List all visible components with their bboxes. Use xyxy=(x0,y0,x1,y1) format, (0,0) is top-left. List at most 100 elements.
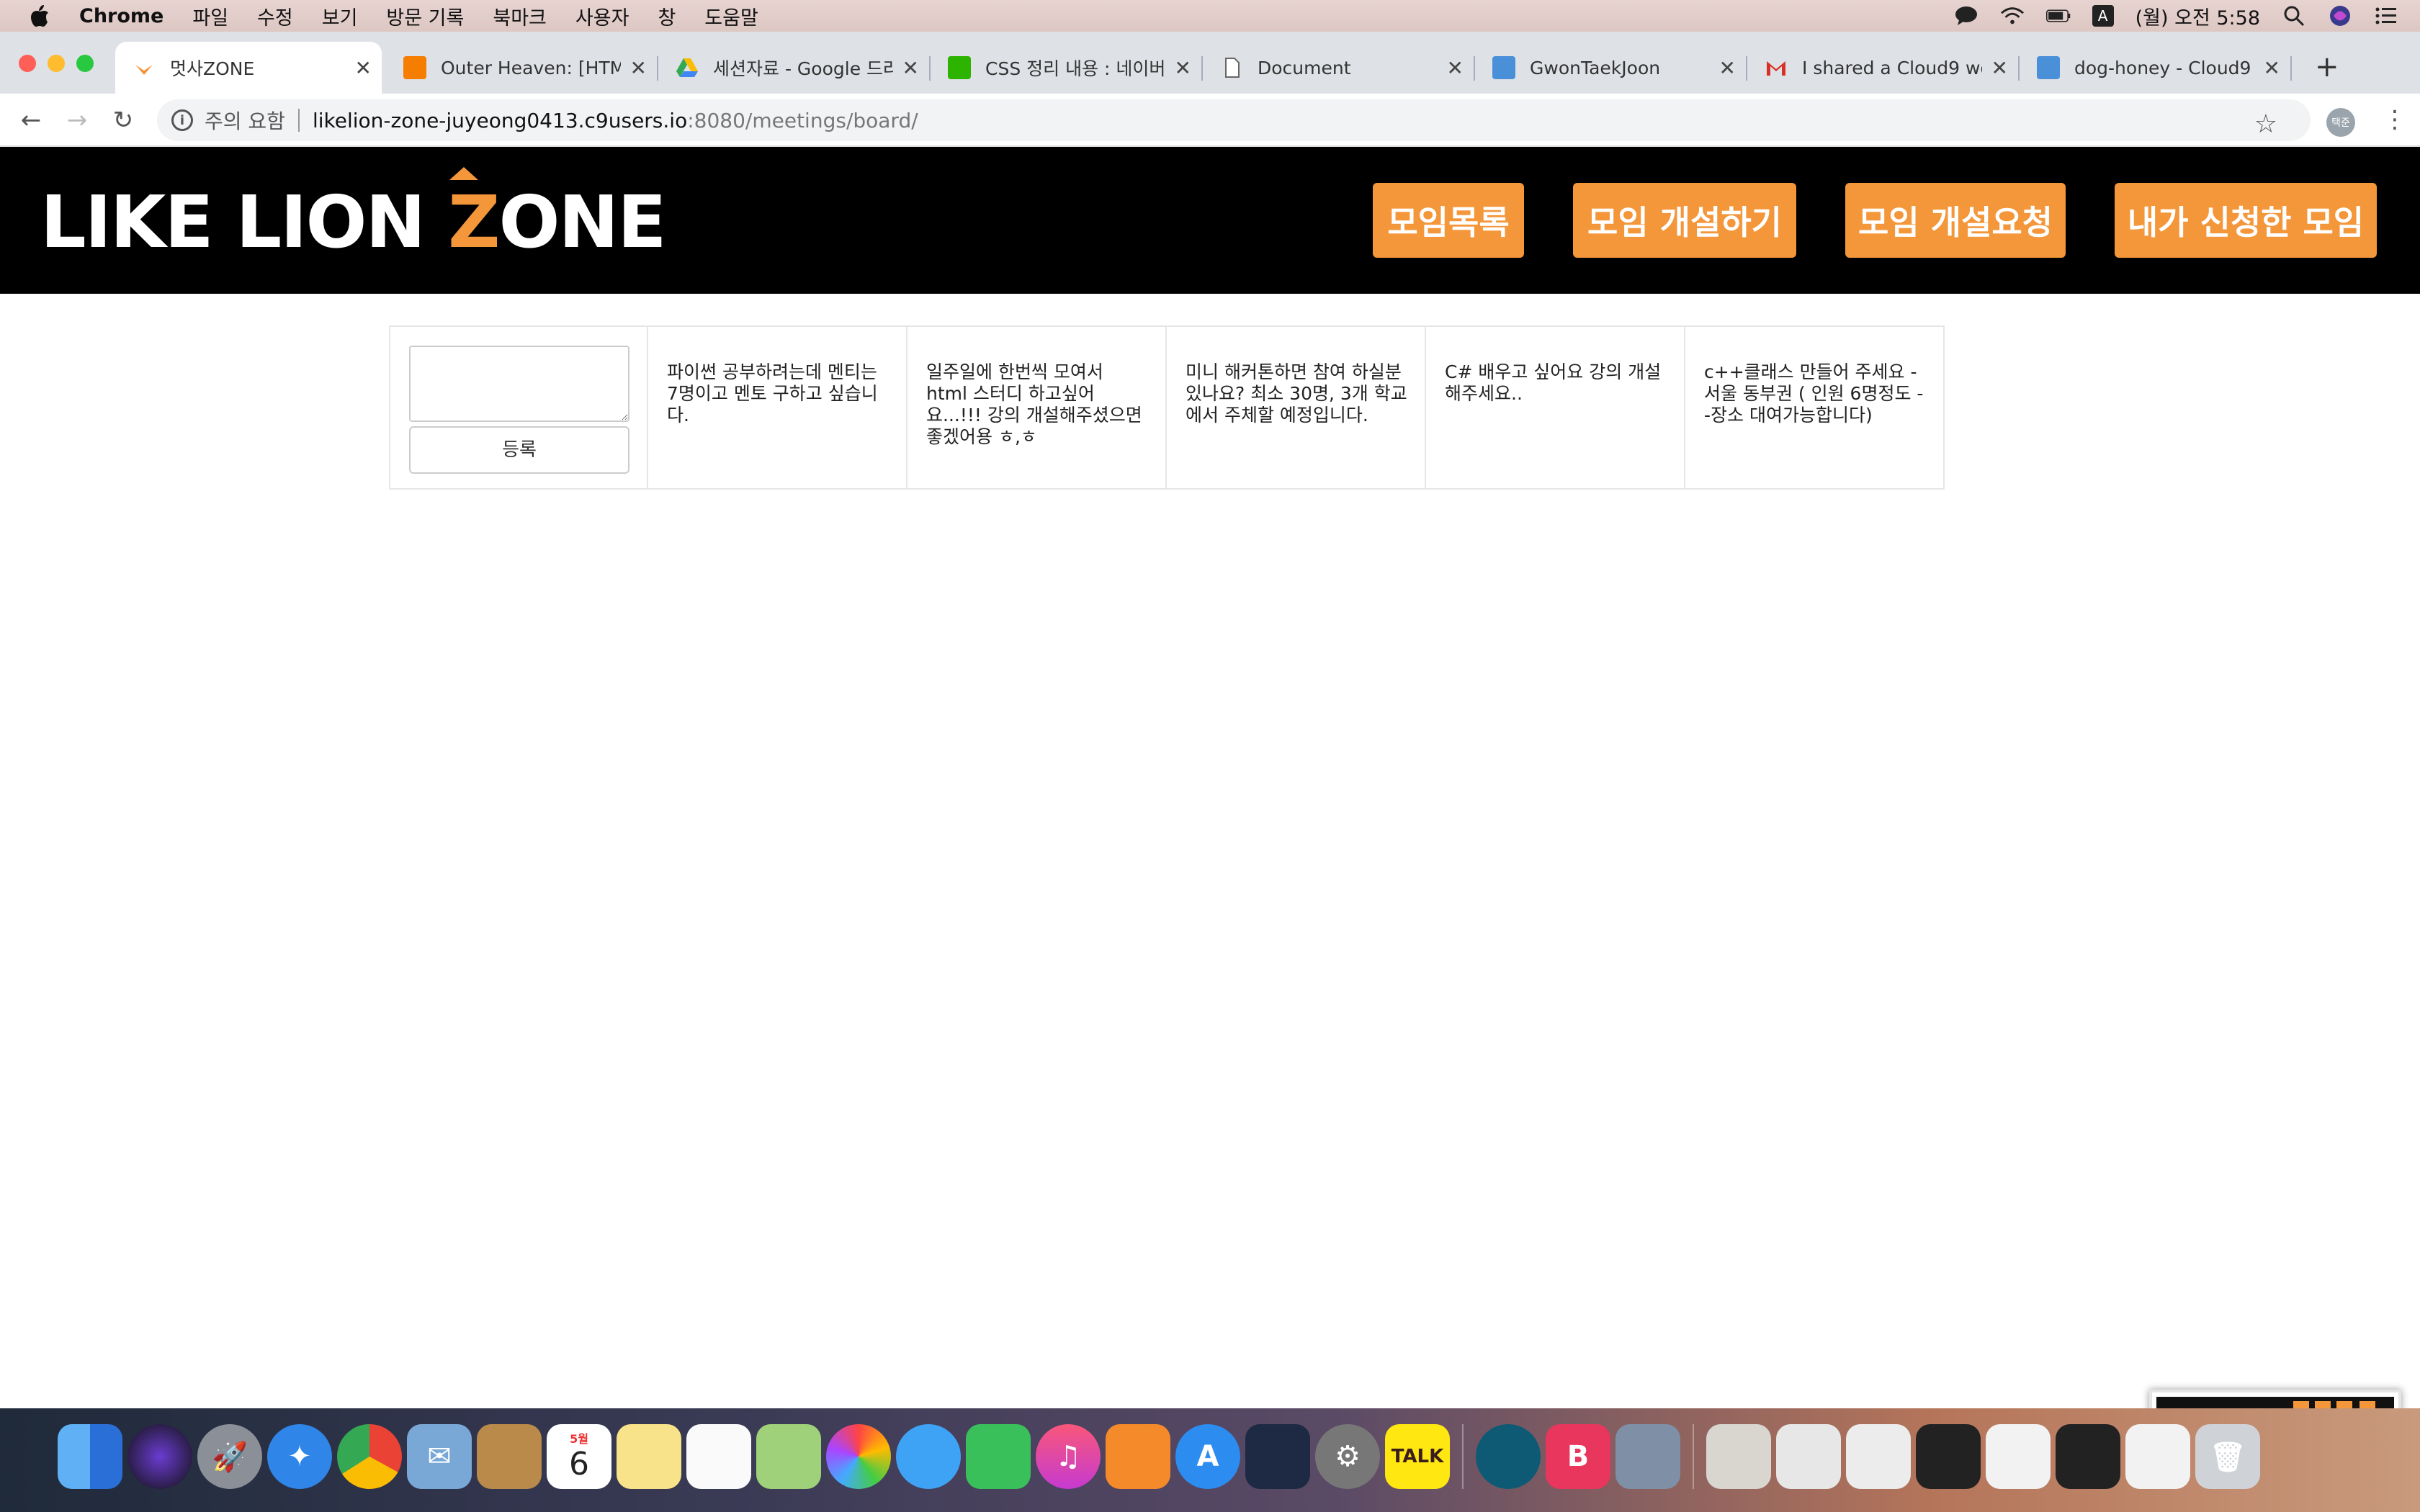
cloud9-favicon-icon xyxy=(2037,56,2060,79)
tab-title: CSS 정리 내용 : 네이버 카페 xyxy=(985,58,1165,79)
nav-create-meeting-button[interactable]: 모임 개설하기 xyxy=(1573,183,1796,258)
site-logo[interactable]: LIKE LION ZONE xyxy=(40,167,667,264)
tab-title: GwonTaekJoon xyxy=(1530,57,1661,78)
menu-file[interactable]: 파일 xyxy=(192,2,228,30)
close-tab-icon[interactable]: ✕ xyxy=(1719,56,1736,80)
kakaotalk-icon[interactable]: TALK xyxy=(1385,1424,1450,1489)
close-tab-icon[interactable]: ✕ xyxy=(1447,56,1464,80)
message-icon[interactable] xyxy=(1954,5,1978,27)
minimize-window-button[interactable] xyxy=(48,55,65,72)
nav-request-meeting-button[interactable]: 모임 개설요청 xyxy=(1845,183,2066,258)
nav-my-meetings-button[interactable]: 내가 신청한 모임 xyxy=(2115,183,2377,258)
request-post[interactable]: 일주일에 한번씩 모여서 html 스터디 하고싶어요...!!! 강의 개설해… xyxy=(908,325,1167,490)
nav-meeting-list-button[interactable]: 모임목록 xyxy=(1373,183,1524,258)
menu-people[interactable]: 사용자 xyxy=(575,2,629,30)
submit-button[interactable]: 등록 xyxy=(409,426,629,474)
menubar-clock[interactable]: (월) 오전 5:58 xyxy=(2136,2,2260,30)
tab-naver-cafe[interactable]: CSS 정리 내용 : 네이버 카페 ✕ xyxy=(931,42,1203,94)
menu-app-chrome[interactable]: Chrome xyxy=(79,5,163,27)
url-host[interactable]: likelion-zone-juyeong0413.c9users.io xyxy=(313,109,687,132)
tab-document[interactable]: Document ✕ xyxy=(1203,42,1475,94)
photos-icon[interactable] xyxy=(826,1424,891,1489)
facetime-icon[interactable] xyxy=(966,1424,1031,1489)
reminders-icon[interactable] xyxy=(686,1424,751,1489)
wifi-icon[interactable] xyxy=(2000,5,2025,27)
minimized-window-5[interactable] xyxy=(2056,1424,2120,1489)
tab-outer-heaven[interactable]: Outer Heaven: [HTML] ✕ xyxy=(386,42,658,94)
request-input[interactable] xyxy=(409,346,629,422)
minimized-window-4[interactable] xyxy=(1986,1424,2051,1489)
siri-icon[interactable] xyxy=(2328,5,2352,27)
security-status[interactable]: 주의 요함 xyxy=(205,106,285,135)
tab-dog-honey[interactable]: dog-honey - Cloud9 ✕ xyxy=(2020,42,2292,94)
close-window-button[interactable] xyxy=(19,55,36,72)
url-path[interactable]: :8080/meetings/board/ xyxy=(687,109,918,132)
tab-google-drive[interactable]: 세션자료 - Google 드라이브 ✕ xyxy=(658,42,931,94)
mail-icon[interactable]: ✉ xyxy=(407,1424,472,1489)
finder-icon[interactable] xyxy=(58,1424,122,1489)
request-post[interactable]: c++클래스 만들어 주세요 - 서울 동부권 ( 인원 6명정도 --장소 대… xyxy=(1685,325,1945,490)
calendar-icon[interactable]: 5월 6 xyxy=(547,1424,611,1489)
messages-icon[interactable] xyxy=(896,1424,961,1489)
close-tab-icon[interactable]: ✕ xyxy=(1175,56,1191,80)
minimized-window-1[interactable] xyxy=(1776,1424,1841,1489)
menu-window[interactable]: 창 xyxy=(658,2,676,30)
spotlight-search-icon[interactable] xyxy=(2282,5,2306,27)
address-bar[interactable]: i 주의 요함 likelion-zone-juyeong0413.c9user… xyxy=(157,99,2311,141)
siri-dock-icon[interactable] xyxy=(127,1424,192,1489)
tab-likelion-zone[interactable]: 멋사ZONE ✕ xyxy=(115,42,382,94)
bear-app-icon[interactable]: B xyxy=(1546,1424,1610,1489)
web-page: LIKE LION ZONE 모임목록 모임 개설하기 모임 개설요청 내가 신… xyxy=(0,147,2420,1512)
tab-gwontaekjoon[interactable]: GwonTaekJoon ✕ xyxy=(1475,42,1747,94)
battery-icon[interactable] xyxy=(2045,5,2071,27)
tab-gmail-cloud9[interactable]: I shared a Cloud9 workspace ✕ xyxy=(1747,42,2020,94)
close-tab-icon[interactable]: ✕ xyxy=(355,56,372,80)
menu-edit[interactable]: 수정 xyxy=(257,2,293,30)
request-post[interactable]: C# 배우고 싶어요 강의 개설해주세요.. xyxy=(1426,325,1685,490)
notification-center-icon[interactable] xyxy=(2374,5,2398,27)
vscode-icon[interactable] xyxy=(1245,1424,1310,1489)
launchpad-icon[interactable]: 🚀 xyxy=(197,1424,262,1489)
back-arrow-icon[interactable]: ← xyxy=(13,102,49,138)
info-icon[interactable]: i xyxy=(171,109,193,131)
apple-menu-icon[interactable] xyxy=(29,4,50,28)
cloud9-favicon-icon xyxy=(1492,56,1515,79)
minimized-window-3[interactable] xyxy=(1916,1424,1981,1489)
request-post[interactable]: 미니 해커톤하면 참여 하실분 있나요? 최소 30명, 3개 학교에서 주체할… xyxy=(1167,325,1426,490)
maps-icon[interactable] xyxy=(756,1424,821,1489)
preview-icon[interactable] xyxy=(1615,1424,1680,1489)
reload-icon[interactable]: ↻ xyxy=(105,102,141,138)
contacts-icon[interactable] xyxy=(477,1424,542,1489)
close-tab-icon[interactable]: ✕ xyxy=(2264,56,2280,80)
system-preferences-icon[interactable]: ⚙ xyxy=(1315,1424,1380,1489)
books-icon[interactable] xyxy=(1106,1424,1170,1489)
bookmark-star-icon[interactable]: ☆ xyxy=(2254,109,2277,139)
itunes-icon[interactable]: ♫ xyxy=(1036,1424,1101,1489)
whale-browser-icon[interactable] xyxy=(1476,1424,1541,1489)
request-post[interactable]: 파이썬 공부하려는데 멘티는 7명이고 멘토 구하고 싶습니다. xyxy=(648,325,908,490)
forward-arrow-icon[interactable]: → xyxy=(59,102,95,138)
minimized-window-2[interactable] xyxy=(1846,1424,1911,1489)
zoom-window-button[interactable] xyxy=(76,55,94,72)
new-tab-plus-icon[interactable]: + xyxy=(2315,50,2339,84)
profile-avatar[interactable]: 택준 xyxy=(2326,108,2355,137)
close-tab-icon[interactable]: ✕ xyxy=(630,56,647,80)
chrome-dock-icon[interactable] xyxy=(337,1424,402,1489)
app-store-icon[interactable]: A xyxy=(1175,1424,1240,1489)
documents-stack-icon[interactable] xyxy=(1706,1424,1771,1489)
site-nav: 모임목록 모임 개설하기 모임 개설요청 내가 신청한 모임 xyxy=(1373,183,2377,258)
trash-icon[interactable]: 🗑 xyxy=(2195,1424,2260,1489)
menu-history[interactable]: 방문 기록 xyxy=(386,2,464,30)
close-tab-icon[interactable]: ✕ xyxy=(1991,56,2008,80)
input-source-icon[interactable]: A xyxy=(2092,5,2114,27)
safari-icon[interactable]: ✦ xyxy=(267,1424,332,1489)
site-header: LIKE LION ZONE 모임목록 모임 개설하기 모임 개설요청 내가 신… xyxy=(0,147,2420,294)
close-tab-icon[interactable]: ✕ xyxy=(902,56,919,80)
notes-icon[interactable] xyxy=(617,1424,681,1489)
menu-bookmarks[interactable]: 북마크 xyxy=(493,2,547,30)
tab-title: 세션자료 - Google 드라이브 xyxy=(713,58,893,79)
menu-help[interactable]: 도움말 xyxy=(704,2,758,30)
more-options-icon[interactable]: ⋮ xyxy=(2383,105,2407,134)
menu-view[interactable]: 보기 xyxy=(322,2,358,30)
minimized-window-6[interactable] xyxy=(2125,1424,2190,1489)
